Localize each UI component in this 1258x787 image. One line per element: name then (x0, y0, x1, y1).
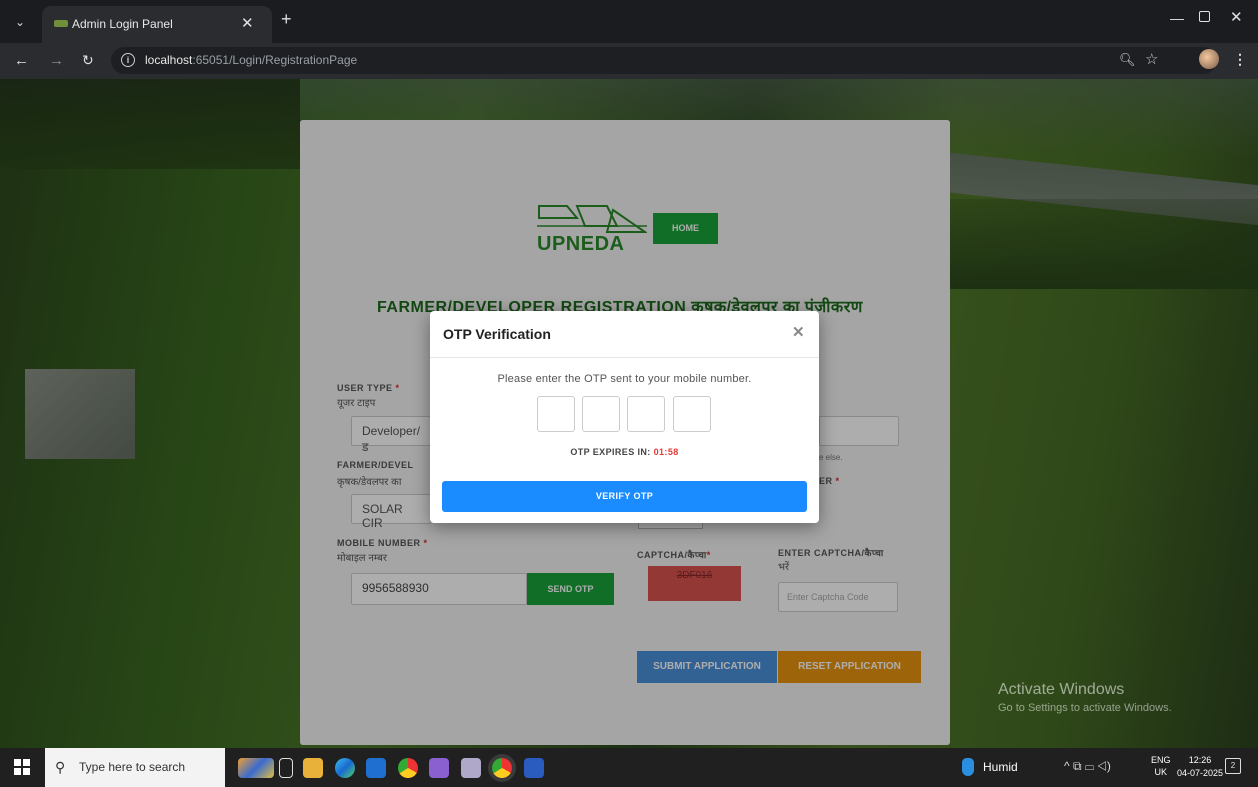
word-icon[interactable] (524, 758, 544, 778)
task-view-icon[interactable] (279, 758, 293, 778)
forward-icon[interactable]: → (49, 52, 64, 69)
url-text: localhost:65051/Login/RegistrationPage (145, 53, 358, 67)
browser-tab[interactable]: Admin Login Panel ✕ (42, 6, 272, 43)
tab-favicon-icon (54, 20, 68, 27)
search-icon: ⚲ (55, 759, 66, 775)
browser-menu-icon[interactable]: ⋮ (1233, 51, 1247, 68)
modal-title: OTP Verification (443, 326, 551, 342)
otp-digit-input-1[interactable] (537, 396, 575, 432)
window-restore-icon[interactable] (1199, 11, 1210, 22)
visual-studio-icon[interactable] (429, 758, 449, 778)
back-icon[interactable]: ← (14, 52, 29, 69)
bookmark-star-icon[interactable]: ☆ (1145, 50, 1158, 68)
store-icon[interactable] (366, 758, 386, 778)
reload-icon[interactable]: ↻ (82, 52, 94, 69)
zoom-icon[interactable]: 🔍︎ (1119, 52, 1136, 68)
app-icon[interactable] (461, 758, 481, 778)
otp-digit-input-4[interactable] (673, 396, 711, 432)
taskbar-search-input[interactable]: ⚲ Type here to search (45, 748, 225, 787)
file-explorer-icon[interactable] (303, 758, 323, 778)
weather-text[interactable]: Humid (983, 760, 1018, 774)
otp-verification-modal: OTP Verification ✕ Please enter the OTP … (430, 311, 819, 523)
window-minimize-icon[interactable]: — (1170, 10, 1184, 26)
otp-digit-input-3[interactable] (627, 396, 665, 432)
profile-avatar[interactable] (1199, 49, 1219, 69)
chrome-icon[interactable] (398, 758, 418, 778)
otp-timer: 01:58 (653, 447, 679, 457)
notification-center-icon[interactable]: 2 (1225, 758, 1241, 774)
edge-icon[interactable] (335, 758, 355, 778)
url-input[interactable]: i localhost:65051/Login/RegistrationPage… (111, 47, 1217, 74)
weather-icon[interactable] (962, 758, 974, 776)
search-highlight-icon[interactable] (238, 758, 274, 778)
modal-divider (430, 357, 819, 358)
activate-windows-subtitle: Go to Settings to activate Windows. (998, 702, 1172, 714)
otp-instruction-text: Please enter the OTP sent to your mobile… (497, 373, 752, 385)
windows-taskbar: ⚲ Type here to search Humid ^ ⧉ ▭ ◁) ENG… (0, 748, 1258, 787)
otp-digit-input-2[interactable] (582, 396, 620, 432)
tab-search-dropdown-icon[interactable]: ⌄ (10, 12, 30, 32)
browser-tab-bar: ⌄ Admin Login Panel ✕ + — ✕ (0, 0, 1258, 43)
verify-otp-button[interactable]: VERIFY OTP (442, 481, 807, 512)
language-indicator[interactable]: ENG UK (1151, 754, 1171, 778)
taskbar-search-placeholder: Type here to search (79, 760, 186, 774)
modal-close-icon[interactable]: ✕ (792, 323, 805, 341)
chrome-profile-icon[interactable] (492, 758, 512, 778)
system-tray-icons[interactable]: ^ ⧉ ▭ ◁) (1064, 759, 1111, 774)
window-close-icon[interactable]: ✕ (1230, 8, 1243, 26)
tab-close-icon[interactable]: ✕ (241, 14, 254, 32)
activate-windows-title: Activate Windows (998, 681, 1125, 698)
windows-start-icon[interactable] (14, 759, 30, 775)
new-tab-icon[interactable]: + (281, 9, 292, 30)
site-info-icon[interactable]: i (121, 53, 135, 67)
tab-title: Admin Login Panel (72, 17, 173, 31)
taskbar-clock[interactable]: 12:26 04-07-2025 (1177, 754, 1223, 780)
browser-address-bar: ← → ↻ i localhost:65051/Login/Registrati… (0, 43, 1258, 79)
otp-expiry-text: OTP EXPIRES IN: 01:58 (570, 447, 679, 457)
